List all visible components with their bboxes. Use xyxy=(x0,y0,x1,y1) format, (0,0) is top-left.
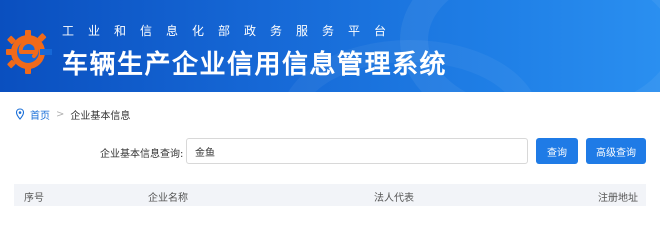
chevron-right-icon: > xyxy=(56,108,65,120)
header-banner: 工业和信息化部政务服务平台 车辆生产企业信用信息管理系统 xyxy=(0,0,660,92)
column-header-company-name: 企业名称 xyxy=(148,193,188,204)
table-header: 序号 企业名称 法人代表 注册地址 xyxy=(14,184,646,206)
search-label: 企业基本信息查询: xyxy=(100,149,184,160)
query-button[interactable]: 查询 xyxy=(536,138,578,164)
breadcrumb-home-link[interactable]: 首页 xyxy=(30,107,50,122)
search-input[interactable] xyxy=(186,138,528,164)
location-pin-icon xyxy=(15,108,25,120)
gear-e-logo-icon xyxy=(6,30,52,74)
column-header-legal-rep: 法人代表 xyxy=(374,193,414,204)
breadcrumb: 首页 > 企业基本信息 xyxy=(14,106,130,122)
column-header-no: 序号 xyxy=(24,193,44,204)
platform-subtitle: 工业和信息化部政务服务平台 xyxy=(62,24,401,38)
breadcrumb-current: 企业基本信息 xyxy=(70,110,131,122)
system-title: 车辆生产企业信用信息管理系统 xyxy=(62,50,448,80)
advanced-query-button[interactable]: 高级查询 xyxy=(586,138,646,164)
column-header-address: 注册地址 xyxy=(598,193,638,204)
